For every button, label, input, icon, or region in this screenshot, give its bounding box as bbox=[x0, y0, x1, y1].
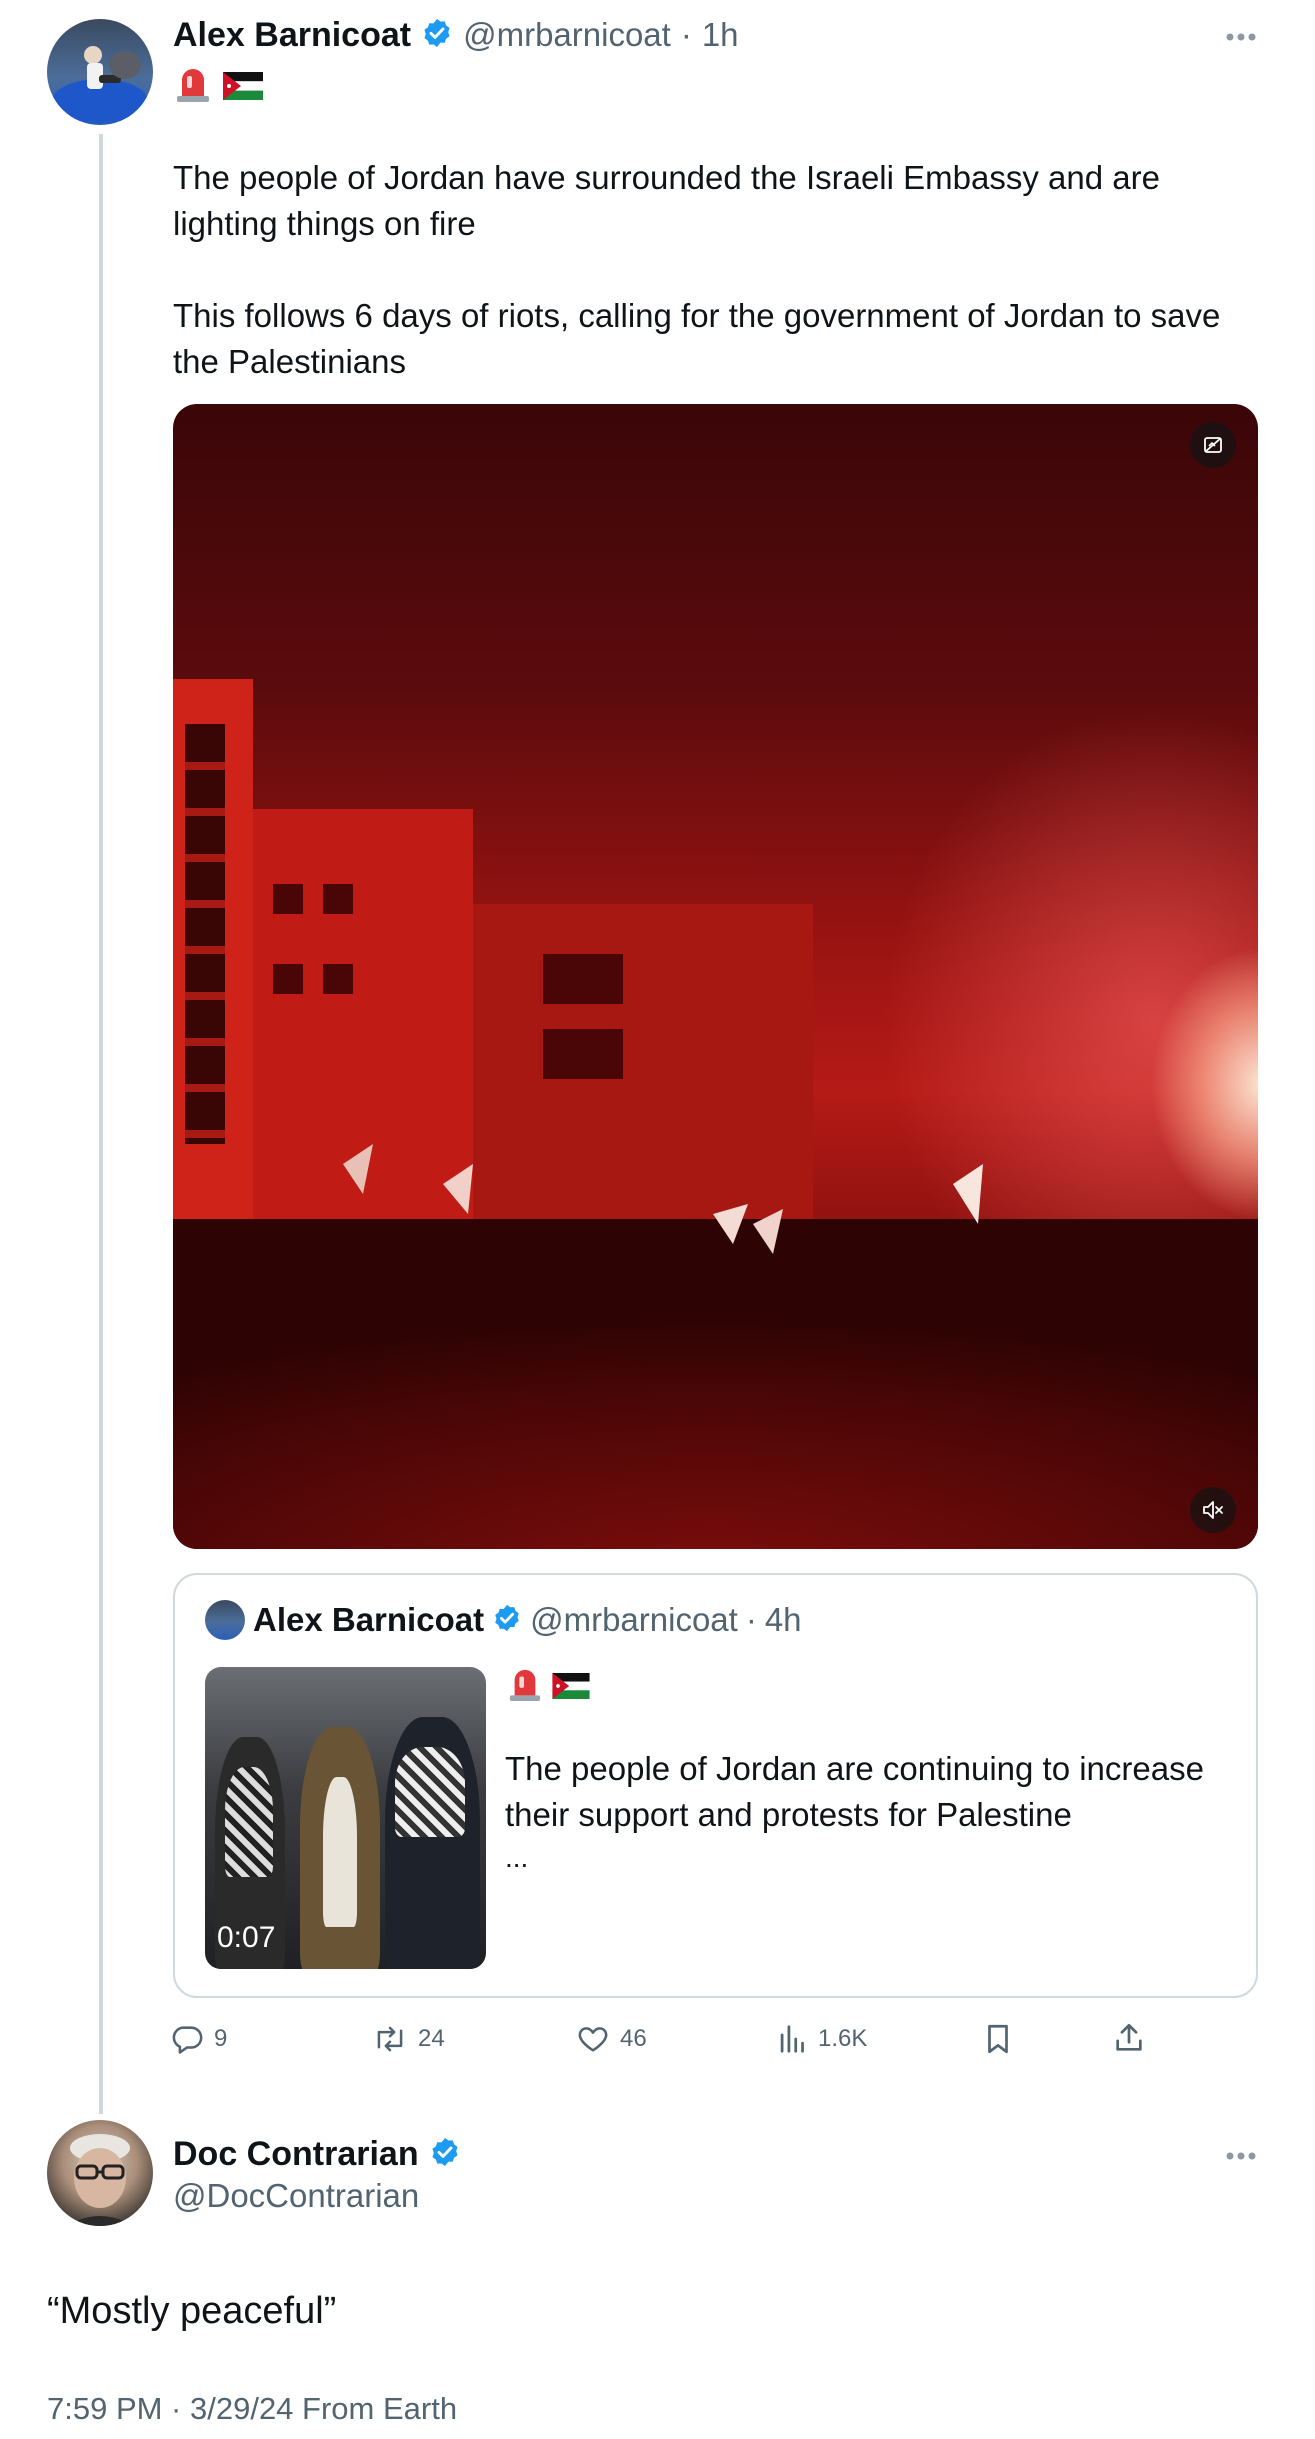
reply-icon bbox=[170, 2022, 204, 2056]
video-settings-icon[interactable] bbox=[1190, 422, 1236, 468]
avatar[interactable] bbox=[47, 2120, 153, 2226]
video-scene-window bbox=[273, 964, 303, 994]
bookmark-icon bbox=[983, 2022, 1013, 2056]
thumbnail-figure bbox=[225, 1767, 273, 1877]
share-button[interactable] bbox=[1112, 2020, 1146, 2056]
verified-badge-icon bbox=[492, 1603, 522, 1638]
tweet-text-line: The people of Jordan have surrounded the… bbox=[173, 159, 1160, 196]
video-scene-window bbox=[543, 954, 623, 1004]
video-scene-window bbox=[543, 1029, 623, 1079]
share-icon bbox=[1112, 2020, 1146, 2056]
tweet-text-line: This follows 6 days of riots, calling fo… bbox=[173, 297, 1221, 334]
tweet-text-line: The people of Jordan are continuing to i… bbox=[505, 1750, 1204, 1787]
quoted-tweet-text: The people of Jordan are continuing to i… bbox=[505, 1746, 1245, 1878]
video-scene-flags bbox=[343, 1144, 983, 1254]
verified-badge-icon bbox=[421, 17, 453, 54]
quoted-tweet-time[interactable]: 4h bbox=[765, 1601, 802, 1639]
read-more-ellipsis: ... bbox=[505, 1842, 529, 1873]
retweet-icon bbox=[372, 2022, 408, 2056]
mute-icon[interactable] bbox=[1190, 1487, 1236, 1533]
heart-icon bbox=[576, 2022, 610, 2056]
bookmark-button[interactable] bbox=[983, 2022, 1013, 2056]
quoted-author-name[interactable]: Alex Barnicoat bbox=[253, 1601, 484, 1639]
thumbnail-figure bbox=[395, 1747, 465, 1837]
tweet-text-line: the Palestinians bbox=[173, 343, 406, 380]
views-button[interactable]: 1.6K bbox=[778, 2022, 867, 2056]
jordan-flag-icon bbox=[223, 66, 263, 109]
jordan-flag-icon bbox=[552, 1667, 590, 1708]
separator-dot: · bbox=[745, 1601, 757, 1638]
tweet-text-line: lighting things on fire bbox=[173, 205, 476, 242]
views-chart-icon bbox=[778, 2022, 808, 2056]
tweet-text: The people of Jordan have surrounded the… bbox=[173, 155, 1273, 385]
reply-tweet-text: “Mostly peaceful” bbox=[47, 2290, 337, 2332]
tweet-video[interactable] bbox=[173, 404, 1258, 1549]
thumbnail-figure bbox=[323, 1777, 357, 1927]
retweet-button[interactable]: 24 bbox=[372, 2022, 445, 2056]
quoted-author-handle[interactable]: @mrbarnicoat bbox=[530, 1601, 738, 1639]
views-count: 1.6K bbox=[818, 2025, 868, 2052]
quoted-video-thumbnail[interactable]: 0:07 bbox=[205, 1667, 486, 1969]
quoted-tweet-card[interactable]: Alex Barnicoat @mrbarnicoat · 4h 0:07 Th… bbox=[173, 1573, 1258, 1998]
retweet-count: 24 bbox=[418, 2025, 445, 2052]
siren-icon bbox=[508, 1667, 542, 1708]
author-handle[interactable]: @mrbarnicoat bbox=[463, 16, 671, 54]
video-scene-window bbox=[323, 964, 353, 994]
like-button[interactable]: 46 bbox=[576, 2022, 647, 2056]
thread-connector-line bbox=[99, 134, 103, 2114]
tweet-text-line: their support and protests for Palestine bbox=[505, 1796, 1072, 1833]
avatar[interactable] bbox=[47, 19, 153, 125]
more-dots-icon[interactable] bbox=[1225, 12, 1257, 51]
separator-dot: · bbox=[680, 16, 692, 53]
avatar[interactable] bbox=[205, 1600, 245, 1640]
tweet-actions-bar: 9 24 46 1.6K bbox=[0, 2018, 1315, 2066]
siren-icon bbox=[175, 66, 211, 109]
author-name[interactable]: Alex Barnicoat bbox=[173, 16, 411, 55]
verified-badge-icon bbox=[429, 2136, 461, 2173]
reply-author-name[interactable]: Doc Contrarian bbox=[173, 2135, 419, 2174]
video-scene-window bbox=[323, 884, 353, 914]
reply-count: 9 bbox=[214, 2025, 228, 2052]
video-scene-window bbox=[185, 724, 225, 1144]
tweet-time[interactable]: 1h bbox=[702, 16, 739, 54]
tweet-timestamp[interactable]: 7:59 PM · 3/29/24 From Earth bbox=[47, 2387, 457, 2431]
video-scene-window bbox=[273, 884, 303, 914]
like-count: 46 bbox=[620, 2025, 647, 2052]
more-dots-icon[interactable] bbox=[1225, 2131, 1257, 2170]
reply-author-handle[interactable]: @DocContrarian bbox=[173, 2173, 419, 2219]
reply-button[interactable]: 9 bbox=[170, 2022, 227, 2056]
video-duration: 0:07 bbox=[217, 1921, 276, 1954]
